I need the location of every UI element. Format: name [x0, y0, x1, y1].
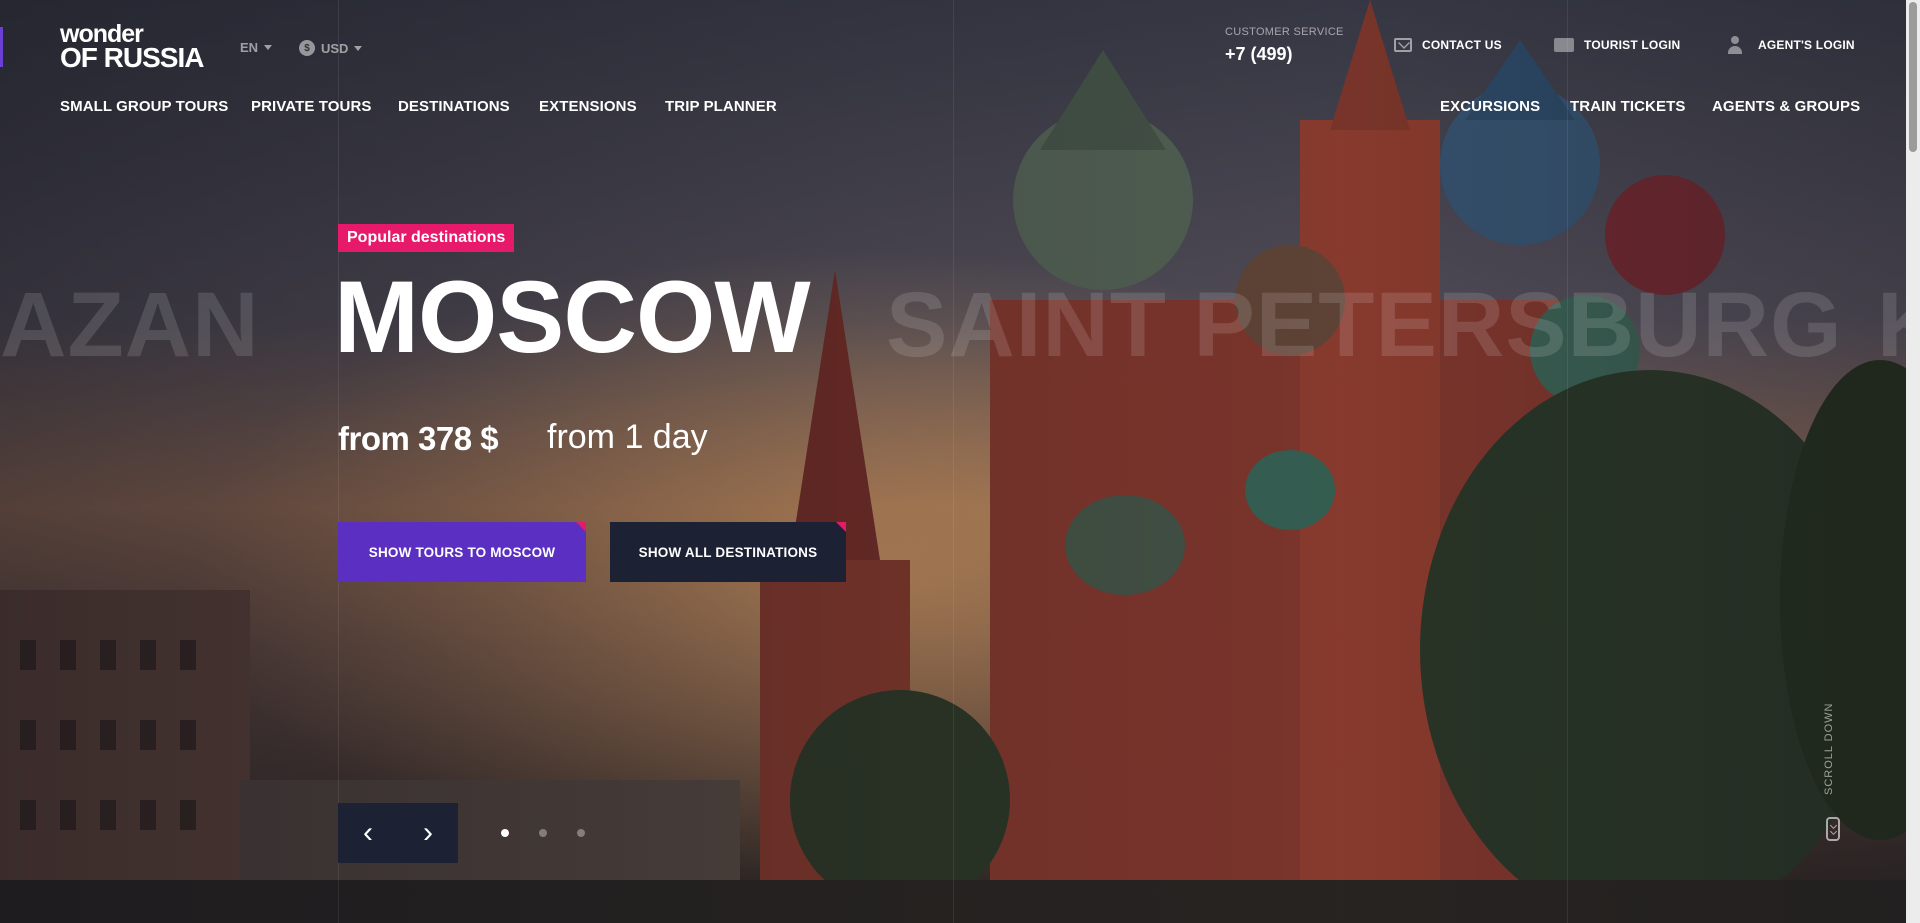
slider-next-city: SAINT PETERSBURG: [886, 274, 1843, 376]
tourist-login-link[interactable]: TOURIST LOGIN: [1554, 38, 1680, 52]
contact-us-link[interactable]: CONTACT US: [1394, 38, 1502, 52]
mail-icon: [1394, 38, 1412, 52]
brand-logo[interactable]: wonder OF RUSSIA: [60, 22, 204, 73]
logo-line-2: OF RUSSIA: [60, 42, 204, 73]
grid-line: [338, 0, 339, 923]
side-accent: [0, 27, 3, 67]
customer-service-label: CUSTOMER SERVICE: [1225, 26, 1344, 38]
show-all-destinations-button[interactable]: SHOW ALL DESTINATIONS: [610, 522, 846, 582]
dollar-coin-icon: $: [299, 40, 315, 56]
scroll-down-icon[interactable]: [1826, 817, 1840, 841]
grid-line: [1567, 0, 1568, 923]
slider-arrows: ‹ ›: [338, 803, 458, 863]
grid-line: [953, 0, 954, 923]
contact-us-label: CONTACT US: [1422, 38, 1502, 52]
id-card-icon: [1554, 38, 1574, 52]
agents-login-link[interactable]: AGENT'S LOGIN: [1728, 36, 1855, 54]
currency-value: USD: [321, 40, 349, 56]
nav-destinations[interactable]: DESTINATIONS: [398, 98, 510, 115]
hero-price: from 378 $: [338, 420, 499, 457]
slider-dot-3[interactable]: [577, 829, 585, 837]
hero-city-title: MOSCOW: [334, 260, 811, 374]
user-icon: [1728, 36, 1742, 54]
slider-dot-2[interactable]: [539, 829, 547, 837]
chevron-right-icon[interactable]: ›: [398, 803, 458, 863]
phone-number[interactable]: +7 (499): [1225, 44, 1293, 65]
popular-destinations-badge: Popular destinations: [338, 224, 515, 252]
nav-small-group-tours[interactable]: SMALL GROUP TOURS: [60, 98, 228, 115]
hero-background-image: [0, 0, 1920, 923]
nav-extensions[interactable]: EXTENSIONS: [539, 98, 637, 115]
language-selector[interactable]: EN: [240, 40, 273, 55]
currency-selector[interactable]: $ USD: [299, 40, 363, 56]
chevron-left-icon[interactable]: ‹: [338, 803, 398, 863]
language-value: EN: [240, 40, 259, 55]
nav-train-tickets[interactable]: TRAIN TICKETS: [1570, 98, 1685, 115]
slider-prev-city: AZAN: [0, 274, 260, 376]
show-tours-button[interactable]: SHOW TOURS TO MOSCOW: [338, 522, 586, 582]
slider-dot-1[interactable]: [501, 829, 509, 837]
nav-private-tours[interactable]: PRIVATE TOURS: [251, 98, 371, 115]
nav-excursions[interactable]: EXCURSIONS: [1440, 98, 1540, 115]
scroll-down-label[interactable]: SCROLL DOWN: [1823, 703, 1835, 796]
scrollbar-thumb[interactable]: [1909, 2, 1917, 152]
nav-trip-planner[interactable]: TRIP PLANNER: [665, 98, 777, 115]
chevron-down-icon: [264, 45, 273, 50]
page-scrollbar[interactable]: [1906, 0, 1920, 923]
hero-duration: from 1 day: [547, 418, 708, 456]
chevron-down-icon: [354, 45, 363, 51]
tourist-login-label: TOURIST LOGIN: [1584, 38, 1681, 52]
nav-agents-groups[interactable]: AGENTS & GROUPS: [1712, 98, 1860, 115]
agents-login-label: AGENT'S LOGIN: [1758, 38, 1855, 52]
